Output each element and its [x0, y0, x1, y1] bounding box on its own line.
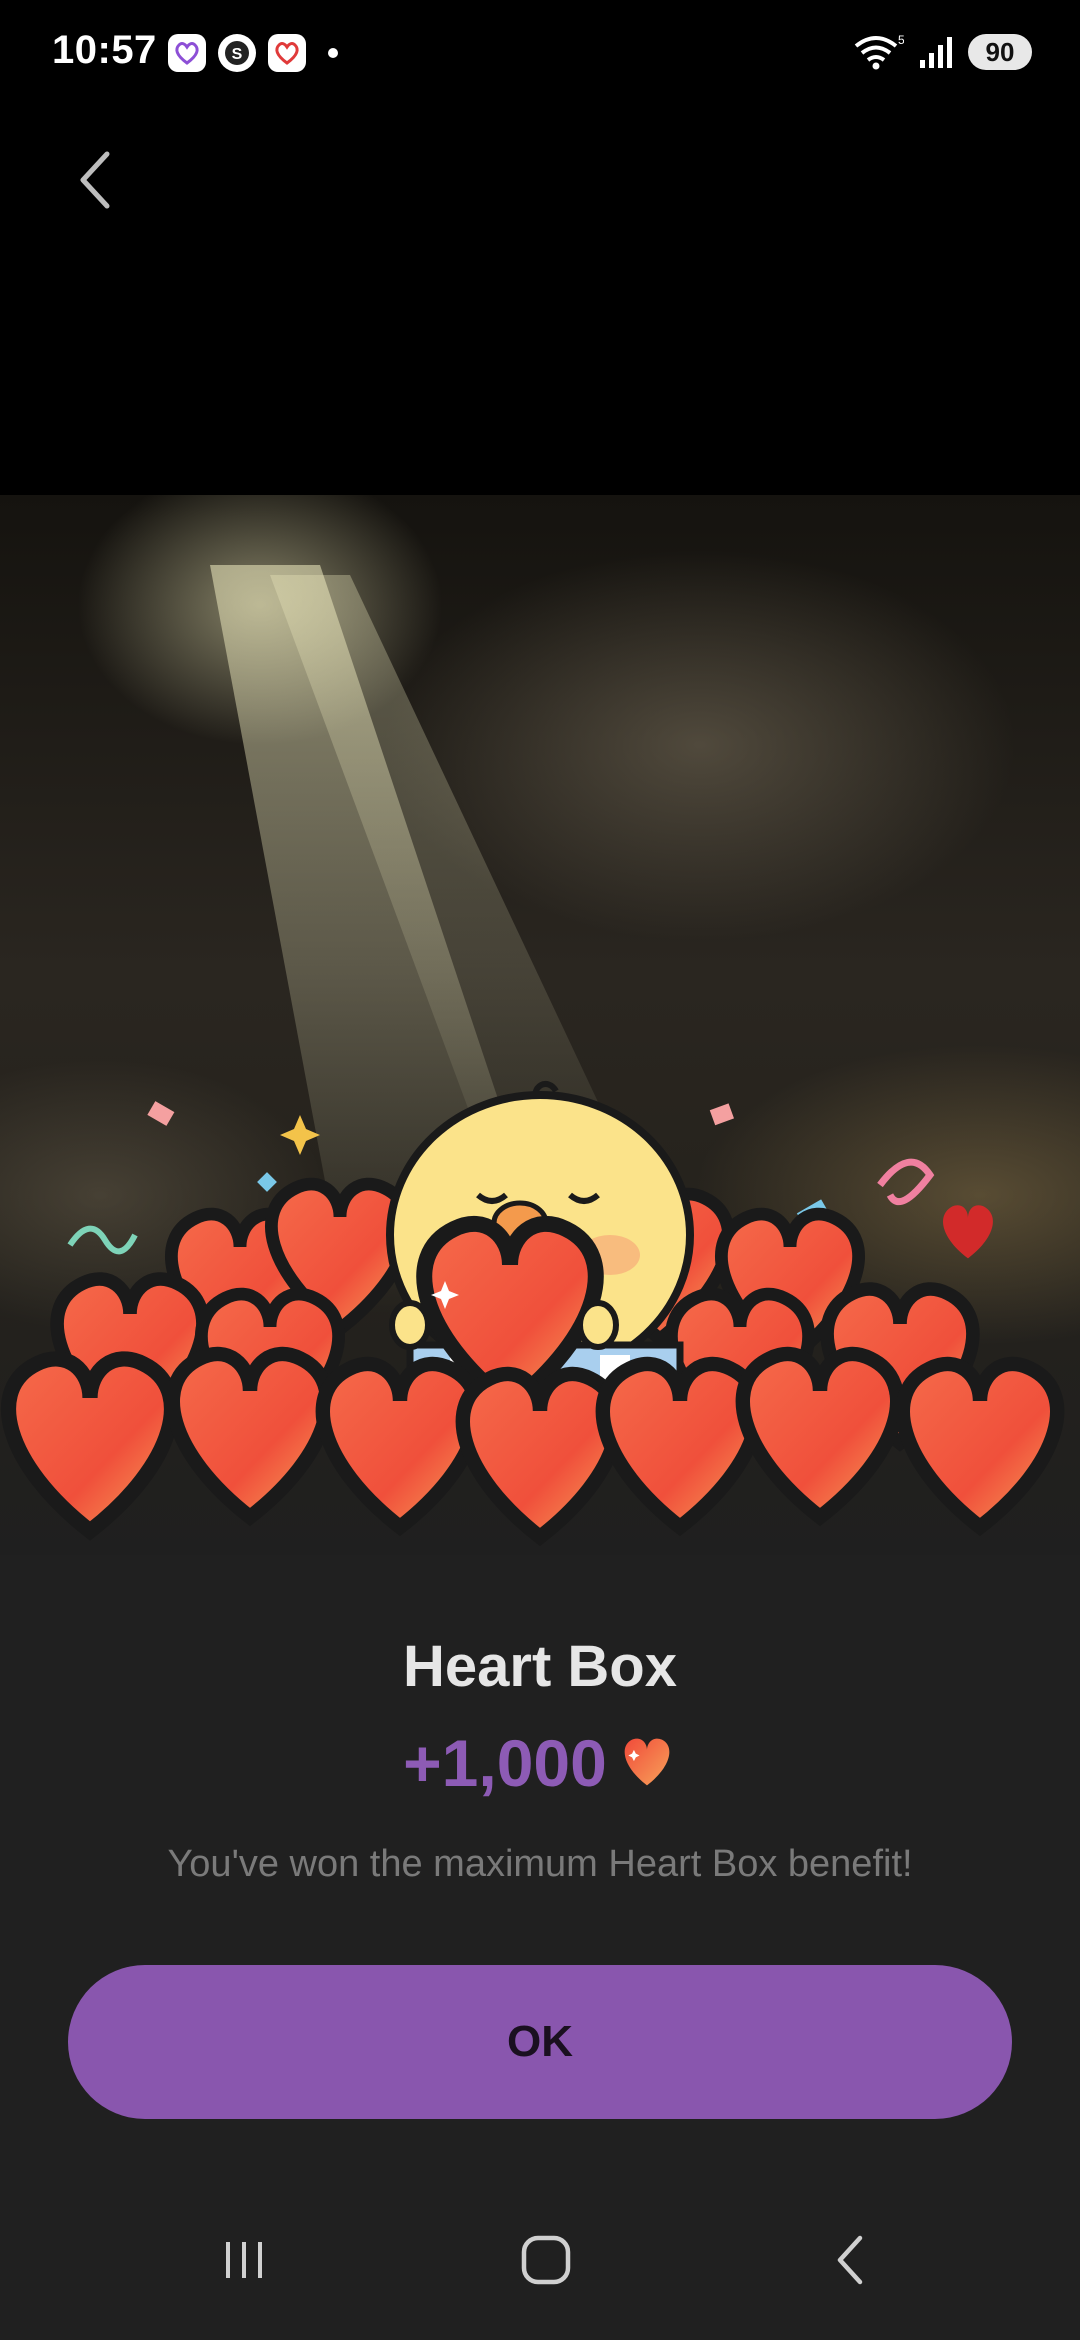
heart-icon [624, 1738, 670, 1786]
system-nav-bar [0, 2185, 1080, 2340]
battery-indicator: 90 [968, 34, 1032, 70]
heart-chat-icon [168, 34, 206, 72]
more-notifications-dot [328, 48, 338, 58]
reward-amount-row: +1,000 [0, 1725, 1080, 1801]
heart-chat-red-icon [268, 34, 306, 72]
chevron-left-icon [80, 151, 110, 209]
svg-text:S: S [232, 46, 243, 63]
reward-amount: +1,000 [403, 1726, 607, 1800]
header-area [0, 105, 1080, 495]
ok-button-label: OK [507, 2017, 573, 2066]
heart-box-illustration [0, 495, 1080, 1555]
hearts-pile [0, 1081, 1080, 1555]
wifi-icon: 5 [854, 33, 904, 70]
recents-icon [226, 2242, 262, 2278]
s-coin-icon: S [218, 34, 256, 72]
notification-icons: S [168, 34, 338, 72]
network-label: 5 [898, 33, 904, 47]
status-bar: 10:57 S 5 90 [0, 0, 1080, 105]
home-icon [521, 2235, 571, 2285]
status-time: 10:57 [52, 28, 157, 72]
back-button[interactable] [60, 140, 130, 220]
reward-title: Heart Box [403, 1634, 677, 1699]
ok-button[interactable]: OK [68, 1965, 1012, 2119]
reward-message: You've won the maximum Heart Box benefit… [167, 1843, 913, 1885]
home-button[interactable] [486, 2215, 606, 2305]
reward-sheet: Heart Box +1,000 You've won the maximum … [0, 1555, 1080, 2185]
back-icon [837, 2235, 863, 2285]
system-icons: 5 90 [852, 32, 1032, 72]
nav-back-button[interactable] [790, 2215, 910, 2305]
signal-icon [920, 37, 952, 68]
recents-button[interactable] [184, 2215, 304, 2305]
